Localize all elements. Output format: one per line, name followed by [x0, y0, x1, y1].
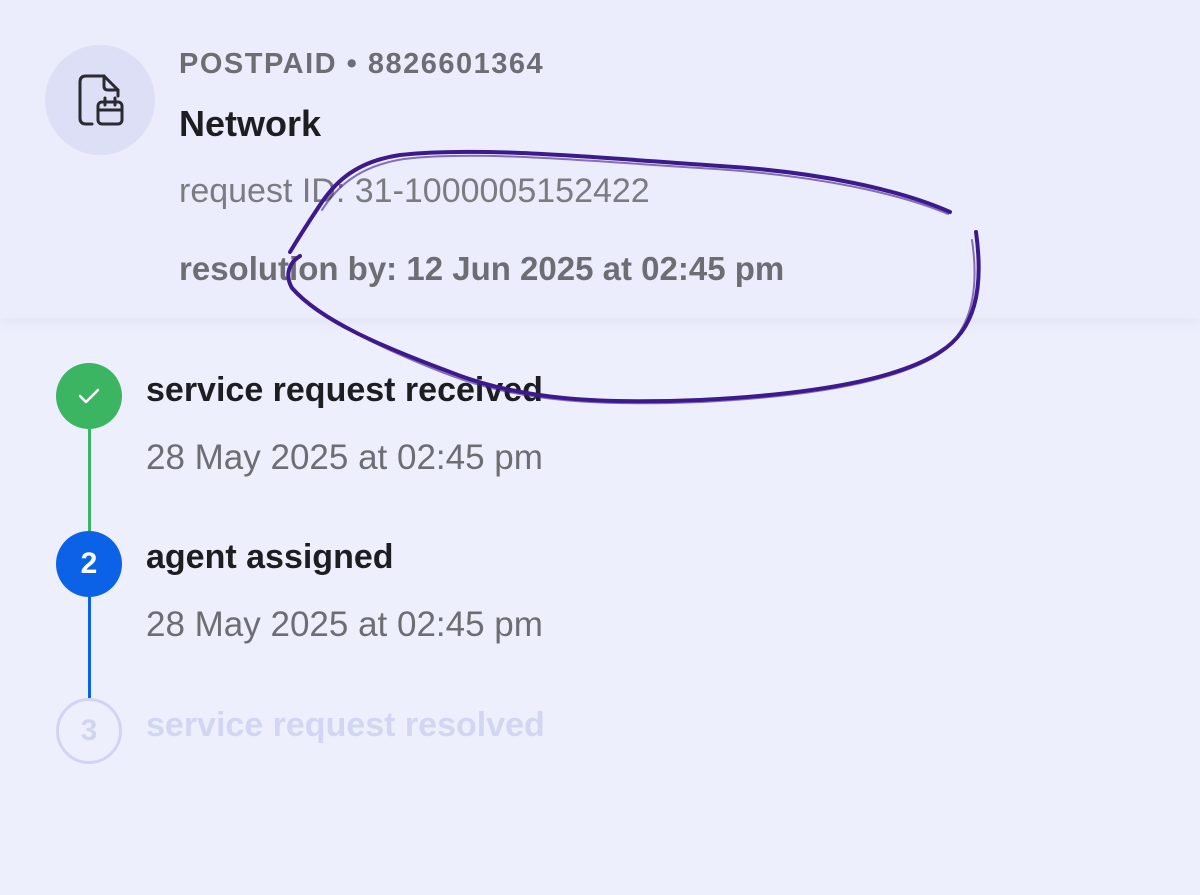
document-calendar-icon	[78, 74, 124, 126]
step-3-title: service request resolved	[146, 706, 545, 744]
check-icon	[78, 388, 100, 404]
request-id: request ID: 31-1000005152422	[179, 172, 650, 210]
resolution-deadline: resolution by: 12 Jun 2025 at 02:45 pm	[179, 250, 785, 287]
step-1-title: service request received	[146, 371, 543, 409]
step-2-number-marker: 2	[56, 531, 122, 597]
account-type-and-number: POSTPAID • 8826601364	[179, 48, 545, 80]
service-category-title: Network	[179, 103, 322, 144]
timeline-connector-completed	[88, 429, 91, 531]
step-2-title: agent assigned	[146, 538, 394, 576]
timeline-connector-active	[88, 597, 91, 698]
step-1-check-marker	[56, 363, 122, 429]
step-1-timestamp: 28 May 2025 at 02:45 pm	[146, 438, 543, 477]
step-2-timestamp: 28 May 2025 at 02:45 pm	[146, 605, 543, 644]
request-type-icon-container	[45, 45, 155, 155]
request-summary-card: POSTPAID • 8826601364 Network request ID…	[0, 0, 1200, 318]
step-3-number-marker: 3	[56, 698, 122, 764]
